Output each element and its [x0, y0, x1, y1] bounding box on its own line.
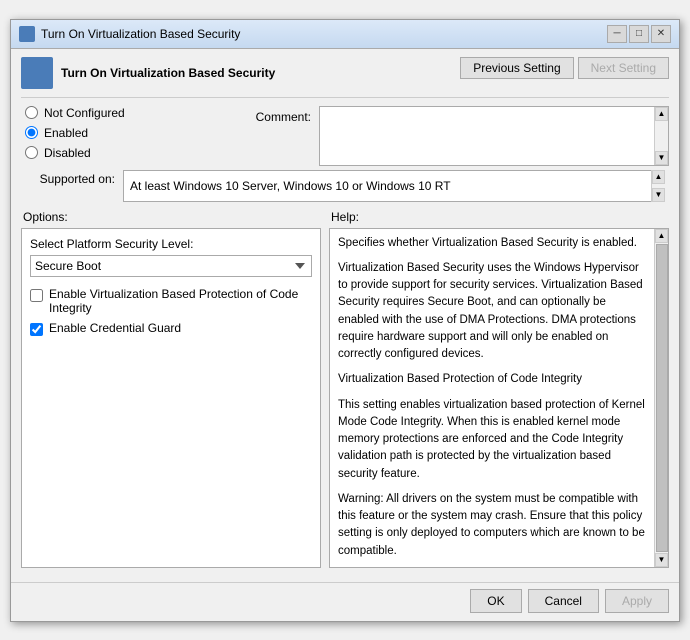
title-bar-left: Turn On Virtualization Based Security	[19, 26, 240, 42]
policy-title: Turn On Virtualization Based Security	[61, 66, 275, 80]
enabled-radio[interactable]	[25, 126, 38, 139]
close-button[interactable]: ✕	[651, 25, 671, 43]
apply-button[interactable]: Apply	[605, 589, 669, 613]
not-configured-row: Not Configured	[25, 106, 217, 120]
comment-section: Comment: ▲ ▼	[221, 106, 669, 166]
title-controls: ─ □ ✕	[607, 25, 671, 43]
comment-label: Comment:	[221, 106, 311, 124]
comment-container: ▲ ▼	[319, 106, 669, 166]
enabled-row: Enabled	[25, 126, 217, 140]
supported-scroll-down[interactable]: ▼	[652, 188, 665, 202]
help-para-3: Virtualization Based Protection of Code …	[338, 371, 646, 388]
help-para-5: Warning: All drivers on the system must …	[338, 491, 646, 560]
credential-guard-checkbox[interactable]	[30, 323, 43, 336]
help-para-4: This setting enables virtualization base…	[338, 397, 646, 483]
options-column: Options: Select Platform Security Level:…	[21, 210, 321, 568]
cancel-button[interactable]: Cancel	[528, 589, 599, 613]
not-configured-radio[interactable]	[25, 106, 38, 119]
disabled-label: Disabled	[44, 146, 91, 160]
help-label: Help:	[329, 210, 669, 224]
comment-box: ▲ ▼	[319, 106, 669, 166]
supported-section: Supported on: At least Windows 10 Server…	[21, 170, 669, 202]
header-section: Turn On Virtualization Based Security Pr…	[21, 57, 669, 98]
footer: OK Cancel Apply	[11, 582, 679, 621]
supported-container: At least Windows 10 Server, Windows 10 o…	[123, 170, 665, 202]
help-scrollbar: ▲ ▼	[654, 229, 668, 567]
not-configured-label: Not Configured	[44, 106, 125, 120]
options-box: Select Platform Security Level: Secure B…	[21, 228, 321, 568]
help-para-2: Virtualization Based Security uses the W…	[338, 260, 646, 364]
checkbox2-row: Enable Credential Guard	[30, 321, 312, 336]
minimize-button[interactable]: ─	[607, 25, 627, 43]
content-area: Turn On Virtualization Based Security Pr…	[11, 49, 679, 582]
enabled-label: Enabled	[44, 126, 88, 140]
comment-scrollbar: ▲ ▼	[654, 107, 668, 165]
restore-button[interactable]: □	[629, 25, 649, 43]
options-label: Options:	[21, 210, 321, 224]
help-scroll-up[interactable]: ▲	[655, 229, 668, 243]
scroll-down-arrow[interactable]: ▼	[655, 151, 668, 165]
policy-icon	[21, 57, 53, 89]
help-para-1: Specifies whether Virtualization Based S…	[338, 235, 646, 252]
supported-value: At least Windows 10 Server, Windows 10 o…	[130, 179, 451, 193]
scroll-up-arrow[interactable]: ▲	[655, 107, 668, 121]
two-col-section: Options: Select Platform Security Level:…	[21, 210, 669, 568]
supported-box: At least Windows 10 Server, Windows 10 o…	[123, 170, 665, 202]
title-bar: Turn On Virtualization Based Security ─ …	[11, 20, 679, 49]
credential-guard-label: Enable Credential Guard	[49, 321, 181, 335]
main-window: Turn On Virtualization Based Security ─ …	[10, 19, 680, 622]
code-integrity-checkbox[interactable]	[30, 289, 43, 302]
supported-label: Supported on:	[25, 170, 115, 186]
help-scroll-down[interactable]: ▼	[655, 553, 668, 567]
header-buttons: Previous Setting Next Setting	[460, 57, 669, 79]
platform-select[interactable]: Secure Boot Secure Boot and DMA Protecti…	[30, 255, 312, 277]
help-box: Specifies whether Virtualization Based S…	[329, 228, 669, 568]
platform-label: Select Platform Security Level:	[30, 237, 312, 251]
help-column: Help: Specifies whether Virtualization B…	[329, 210, 669, 568]
ok-button[interactable]: OK	[470, 589, 521, 613]
supported-scroll-up[interactable]: ▲	[652, 170, 665, 184]
checkbox1-row: Enable Virtualization Based Protection o…	[30, 287, 312, 315]
supported-scrollbar: ▲ ▼	[651, 170, 665, 202]
header-left: Turn On Virtualization Based Security	[21, 57, 275, 89]
next-setting-button[interactable]: Next Setting	[578, 57, 669, 79]
help-text-area: Specifies whether Virtualization Based S…	[330, 229, 654, 567]
help-scroll-thumb	[656, 244, 668, 552]
window-title: Turn On Virtualization Based Security	[41, 27, 240, 41]
disabled-row: Disabled	[25, 146, 217, 160]
window-icon	[19, 26, 35, 42]
code-integrity-label: Enable Virtualization Based Protection o…	[49, 287, 312, 315]
disabled-radio[interactable]	[25, 146, 38, 159]
previous-setting-button[interactable]: Previous Setting	[460, 57, 573, 79]
radio-section: Not Configured Enabled Disabled	[21, 106, 221, 166]
